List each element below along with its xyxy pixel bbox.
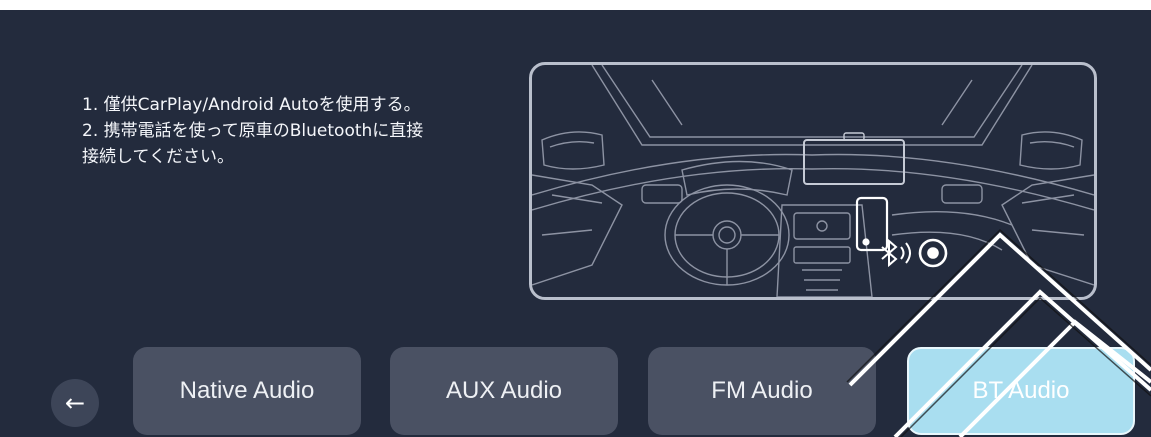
instruction-line-2: 2. 携帯電話を使って原車のBluetoothに直接 [82, 121, 424, 141]
back-button[interactable]: ← [51, 379, 99, 427]
tab-native-audio-label: Native Audio [179, 377, 315, 404]
instructions: 1. 僅供CarPlay/Android Autoを使用する。 2. 携帯電話を… [82, 92, 522, 170]
car-dashboard-drawing [532, 65, 1094, 297]
audio-mode-screen: 1. 僅供CarPlay/Android Autoを使用する。 2. 携帯電話を… [0, 10, 1151, 437]
tab-fm-audio[interactable]: FM Audio [648, 347, 876, 435]
instruction-line-1: 1. 僅供CarPlay/Android Autoを使用する。 [82, 95, 421, 115]
instruction-line-3: 接続してください。 [82, 147, 234, 167]
tab-fm-audio-label: FM Audio [711, 377, 813, 404]
tab-bt-audio-label: BT Audio [972, 377, 1070, 404]
back-arrow-icon: ← [64, 389, 86, 417]
tab-aux-audio-label: AUX Audio [445, 377, 563, 404]
tab-native-audio[interactable]: Native Audio [133, 347, 361, 435]
speaker-icon [918, 238, 948, 268]
tab-aux-audio[interactable]: AUX Audio [390, 347, 618, 435]
tab-bt-audio[interactable]: BT Audio [907, 347, 1135, 435]
car-interior-illustration [529, 62, 1097, 300]
